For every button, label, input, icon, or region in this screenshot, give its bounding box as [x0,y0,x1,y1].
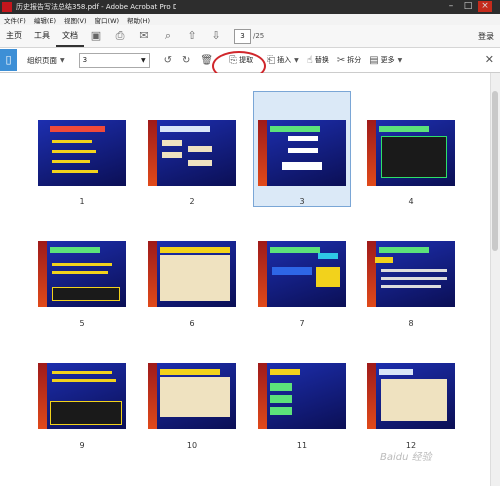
page-thumbnail[interactable] [367,363,455,429]
login-link[interactable]: 登录 [478,31,494,42]
maximize-button[interactable]: □ [461,1,475,12]
page-number: 9 [79,441,85,450]
organize-pages-label[interactable]: 组织页面 [27,55,57,66]
page-number: 1 [79,197,85,206]
page-thumbnail[interactable] [148,241,236,307]
insert-label: 插入 [277,56,292,64]
tab-tools[interactable]: 工具 [28,25,56,47]
rotate-right-icon: ↻ [182,54,191,66]
close-toolbar-icon[interactable]: ✕ [485,53,494,66]
split-label: 拆分 [347,56,362,64]
page-thumbnail[interactable] [258,363,346,429]
page-thumbnail[interactable] [38,363,126,429]
page-thumbnail[interactable] [148,120,236,186]
page-number: 5 [79,319,85,328]
page-number: 8 [408,319,414,328]
tab-home[interactable]: 主页 [0,25,28,47]
vertical-scrollbar[interactable] [490,73,500,486]
page-number: 11 [296,441,308,450]
page-thumbnail[interactable] [38,120,126,186]
menu-bar: 文件(F) 编辑(E) 视图(V) 窗口(W) 帮助(H) [0,14,500,25]
page-number: 2 [189,197,195,206]
save-icon[interactable]: ▣ [90,30,102,42]
split-button[interactable]: ✂ 拆分 [337,55,361,66]
page-number: 7 [299,319,305,328]
replace-label: 替换 [314,56,329,64]
replace-button[interactable]: ☝ 替换 [307,55,329,66]
insert-button[interactable]: ⎗ 插入 ▼ [267,55,299,66]
tab-document[interactable]: 文档 [56,25,84,47]
more-icon: ▤ [369,54,379,66]
replace-icon: ☝ [306,54,313,66]
page-number: 6 [189,319,195,328]
watermark: Baidu 经验 [380,452,432,463]
chevron-down-icon: ▼ [141,56,146,64]
more-label: 更多 [380,56,395,64]
menu-help[interactable]: 帮助(H) [123,14,154,25]
window-title: 历史报告写法总结358.pdf - Adobe Acrobat Pro DC [16,3,176,11]
rotate-right-button[interactable]: ↻ [182,55,192,66]
page-thumbnail[interactable] [38,241,126,307]
chevron-down-icon[interactable]: ▼ [60,57,65,64]
panel-toggle-icon[interactable]: ▯ [0,49,17,71]
page-range-select[interactable]: 3 ▼ [78,52,150,68]
page-thumbnail[interactable] [367,241,455,307]
tab-bar: 主页 工具 文档 ▣ ⎙ ✉ ⌕ ⇧ ⇩ 3 /25 登录 [0,25,500,48]
rotate-left-button[interactable]: ↺ [164,55,174,66]
page-number: 4 [408,197,414,206]
page-number: 10 [186,441,198,450]
minimize-button[interactable]: – [444,1,458,12]
rotate-left-icon: ↺ [163,54,173,66]
more-button[interactable]: ▤ 更多 ▼ [369,55,402,66]
mail-icon[interactable]: ✉ [138,30,150,42]
acrobat-logo-icon [2,2,12,12]
scrollbar-thumb[interactable] [492,91,498,251]
page-up-icon[interactable]: ⇧ [186,30,198,42]
scissors-icon: ✂ [336,54,346,66]
page-down-icon[interactable]: ⇩ [210,30,222,42]
insert-icon: ⎗ [267,54,276,66]
page-thumbnails-area: 1 2 3 4 5 6 7 8 9 10 11 12 [0,73,491,486]
page-range-value: 3 [82,55,88,64]
menu-edit[interactable]: 编辑(E) [30,14,60,25]
search-icon[interactable]: ⌕ [162,30,174,42]
page-number: 3 [299,197,305,206]
title-bar: 历史报告写法总结358.pdf - Adobe Acrobat Pro DC –… [0,0,500,14]
page-thumbnail[interactable] [148,363,236,429]
page-thumbnail[interactable] [258,241,346,307]
menu-view[interactable]: 视图(V) [60,14,91,25]
close-window-button[interactable]: × [478,1,492,12]
print-icon[interactable]: ⎙ [114,30,126,42]
menu-window[interactable]: 窗口(W) [91,14,124,25]
page-number-input[interactable]: 3 [234,28,251,44]
page-thumbnail[interactable] [367,120,455,186]
page-total: /25 [253,32,265,40]
page-thumbnail[interactable] [258,120,346,186]
menu-file[interactable]: 文件(F) [0,14,30,25]
